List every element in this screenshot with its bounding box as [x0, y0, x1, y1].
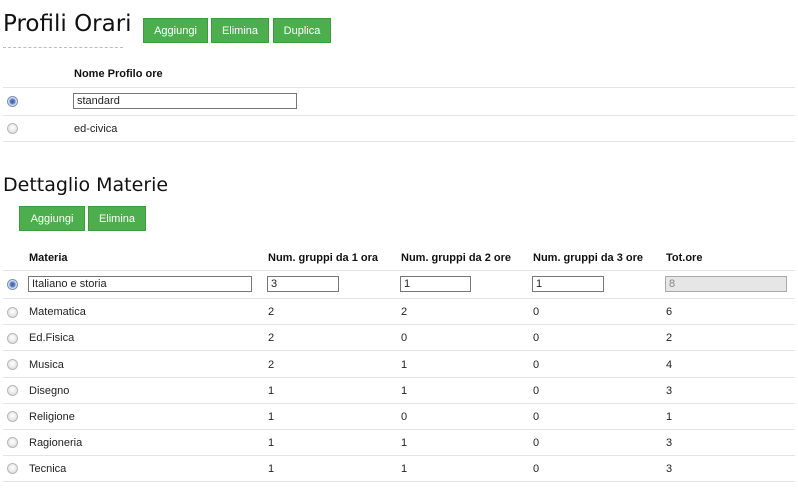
divider [3, 481, 795, 482]
tot-ore-cell: 3 [666, 437, 673, 449]
profile-name-header: Nome Profilo ore [74, 68, 163, 80]
subject-radio[interactable] [7, 279, 18, 290]
gruppi-2-cell: 1 [401, 463, 408, 475]
header-materia: Materia [29, 252, 68, 264]
divider [3, 115, 795, 116]
divider [3, 455, 795, 456]
tot-ore-cell: 3 [666, 463, 673, 475]
gruppi-3-input[interactable]: 1 [532, 276, 604, 292]
materia-cell: Tecnica [29, 463, 67, 475]
gruppi-2-input[interactable]: 1 [400, 276, 471, 292]
tot-ore-cell: 3 [666, 385, 673, 397]
subject-radio[interactable] [7, 359, 18, 370]
gruppi-1-cell: 2 [268, 332, 275, 344]
profile-radio-standard[interactable] [7, 96, 18, 107]
materia-cell: Disegno [29, 385, 70, 397]
subject-radio[interactable] [7, 333, 18, 344]
delete-profile-button[interactable]: Elimina [211, 18, 269, 43]
add-subject-button[interactable]: Aggiungi [19, 206, 85, 231]
subject-radio[interactable] [7, 411, 18, 422]
header-tot-ore: Tot.ore [666, 252, 703, 264]
materia-cell: Matematica [29, 306, 86, 318]
divider [3, 377, 795, 378]
materia-cell: Religione [29, 411, 75, 423]
tot-ore-cell: 1 [666, 411, 673, 423]
materia-cell: Musica [29, 359, 64, 371]
divider [3, 298, 795, 299]
tot-ore-cell: 2 [666, 332, 673, 344]
divider [3, 429, 795, 430]
gruppi-2-cell: 0 [401, 411, 408, 423]
gruppi-1-cell: 2 [268, 306, 275, 318]
add-profile-button[interactable]: Aggiungi [143, 18, 208, 43]
subject-radio[interactable] [7, 463, 18, 474]
gruppi-3-cell: 0 [533, 332, 540, 344]
delete-subject-button[interactable]: Elimina [88, 206, 146, 231]
gruppi-2-cell: 2 [401, 306, 408, 318]
gruppi-1-input[interactable]: 3 [267, 276, 339, 292]
title-underline [3, 47, 123, 48]
gruppi-2-cell: 0 [401, 332, 408, 344]
gruppi-3-cell: 0 [533, 306, 540, 318]
gruppi-1-cell: 1 [268, 463, 275, 475]
gruppi-3-cell: 0 [533, 463, 540, 475]
tot-ore-input: 8 [665, 276, 787, 292]
gruppi-3-cell: 0 [533, 385, 540, 397]
gruppi-1-cell: 1 [268, 437, 275, 449]
header-gruppi-2: Num. gruppi da 2 ore [401, 252, 512, 264]
subjects-title: Dettaglio Materie [3, 174, 169, 196]
profile-name-input[interactable]: standard [73, 93, 297, 109]
gruppi-3-cell: 0 [533, 411, 540, 423]
tot-ore-cell: 4 [666, 359, 673, 371]
subject-radio[interactable] [7, 385, 18, 396]
subject-radio[interactable] [7, 437, 18, 448]
gruppi-1-cell: 2 [268, 359, 275, 371]
duplicate-profile-button[interactable]: Duplica [273, 18, 331, 43]
divider [3, 270, 795, 271]
materia-cell: Ragioneria [29, 437, 83, 449]
divider [3, 141, 795, 142]
gruppi-2-cell: 1 [401, 437, 408, 449]
header-gruppi-3: Num. gruppi da 3 ore [533, 252, 644, 264]
gruppi-3-cell: 0 [533, 437, 540, 449]
profiles-title: Profili Orari [3, 11, 132, 37]
divider [3, 324, 795, 325]
materia-input[interactable]: Italiano e storia [28, 276, 252, 292]
profile-radio-ed-civica[interactable] [7, 123, 18, 134]
subject-radio[interactable] [7, 307, 18, 318]
tot-ore-cell: 6 [666, 306, 673, 318]
gruppi-3-cell: 0 [533, 359, 540, 371]
gruppi-1-cell: 1 [268, 411, 275, 423]
profile-name: ed-civica [74, 123, 118, 135]
gruppi-2-cell: 1 [401, 385, 408, 397]
divider [3, 403, 795, 404]
gruppi-2-cell: 1 [401, 359, 408, 371]
gruppi-1-cell: 1 [268, 385, 275, 397]
divider [3, 87, 795, 88]
divider [3, 350, 795, 351]
materia-cell: Ed.Fisica [29, 332, 75, 344]
header-gruppi-1: Num. gruppi da 1 ora [268, 252, 379, 264]
